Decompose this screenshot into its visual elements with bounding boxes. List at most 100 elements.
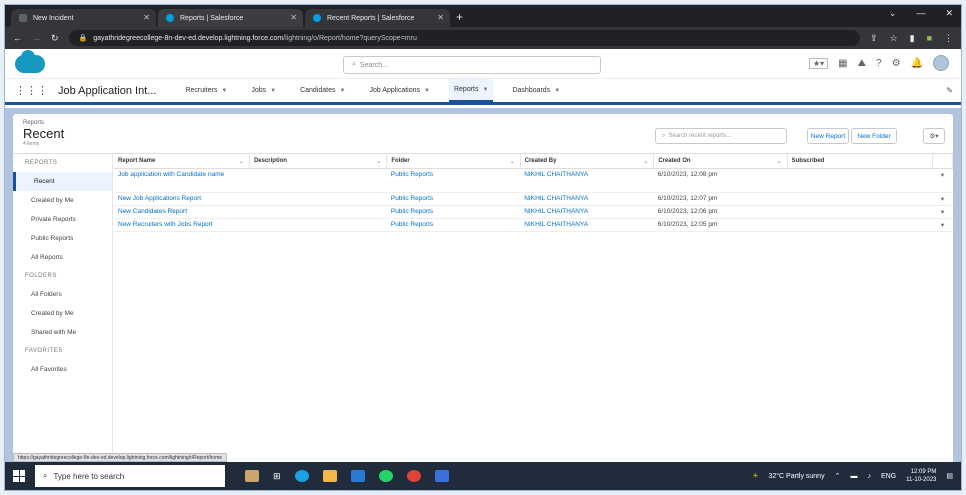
global-search-input[interactable]: ⌕ Search... — [343, 56, 601, 74]
new-tab-icon[interactable]: + — [456, 10, 463, 24]
menu-icon[interactable]: ⋮ — [944, 33, 953, 44]
trailhead-icon[interactable]: ⛰ — [858, 58, 866, 69]
sidebar-item-folders-created-by-me[interactable]: Created by Me — [13, 304, 112, 323]
sidebar-item-private-reports[interactable]: Private Reports — [13, 210, 112, 229]
sidepanel-icon[interactable]: ▮ — [910, 33, 915, 44]
chevron-down-icon[interactable]: ⌄ — [889, 8, 897, 19]
reload-icon[interactable]: ↻ — [51, 33, 59, 44]
nav-item-jobs[interactable]: Jobs ▼ — [246, 79, 281, 102]
close-tab-icon[interactable]: ✕ — [290, 13, 297, 22]
report-folder-link[interactable]: Public Reports — [386, 192, 521, 206]
bell-icon[interactable]: 🔔 — [911, 58, 923, 69]
row-actions-chevron-icon[interactable]: ▾ — [932, 218, 953, 232]
chevron-down-icon[interactable]: ⌄ — [510, 158, 515, 165]
created-by-link[interactable]: NIKHIL CHAITHANYA — [520, 168, 654, 193]
minimize-icon[interactable]: — — [916, 8, 925, 19]
close-tab-icon[interactable]: ✕ — [437, 13, 444, 22]
store-icon[interactable] — [350, 470, 365, 482]
photos-icon[interactable] — [434, 470, 449, 482]
created-by-link[interactable]: NIKHIL CHAITHANYA — [520, 205, 654, 219]
sidebar-item-all-folders[interactable]: All Folders — [13, 285, 112, 304]
sidebar-item-public-reports[interactable]: Public Reports — [13, 229, 112, 248]
chevron-down-icon[interactable]: ▼ — [270, 88, 276, 94]
report-name-link[interactable]: Job application with Candidate name — [114, 168, 250, 193]
report-name-link[interactable]: New Candidates Report — [114, 205, 250, 219]
column-header-folder[interactable]: Folder ⌄ — [386, 154, 521, 169]
column-header-created-by[interactable]: Created By ⌄ — [520, 154, 655, 169]
gear-icon[interactable]: ⚙ — [892, 58, 901, 69]
url-field[interactable]: 🔒 gayathridegreecollege-8n-dev-ed.develo… — [68, 30, 860, 46]
new-folder-button[interactable]: New Folder — [851, 128, 897, 144]
clock[interactable]: 12:09 PM 11-10-2023 — [906, 468, 936, 484]
report-name-link[interactable]: New Recruiters with Jobs Report — [114, 218, 250, 232]
edge-browser-icon[interactable] — [294, 470, 309, 482]
help-icon[interactable]: ? — [876, 58, 882, 69]
chevron-down-icon[interactable]: ⌄ — [239, 158, 244, 165]
global-actions-icon[interactable]: ▦ — [838, 58, 847, 69]
column-header-report-name[interactable]: Report Name ⌄ — [114, 154, 250, 169]
browser-tab-1[interactable]: New Incident ✕ — [11, 9, 156, 27]
nav-item-job-applications[interactable]: Job Applications ▼ — [364, 79, 435, 102]
close-tab-icon[interactable]: ✕ — [143, 13, 150, 22]
report-folder-link[interactable]: Public Reports — [386, 218, 521, 232]
column-header-description[interactable]: Description ⌄ — [249, 154, 388, 169]
row-actions-chevron-icon[interactable]: ▾ — [932, 205, 953, 219]
whatsapp-icon[interactable] — [378, 470, 393, 482]
weather-text[interactable]: 32°C Partly sunny — [768, 473, 824, 480]
settings-menu-button[interactable]: ⚙▾ — [923, 128, 945, 144]
search-placeholder: Search recent reports... — [668, 133, 732, 139]
chevron-down-icon[interactable]: ▼ — [221, 88, 227, 94]
salesforce-logo-icon[interactable] — [15, 49, 45, 73]
language-indicator[interactable]: ENG — [881, 473, 896, 480]
report-search-input[interactable]: ⌕ Search recent reports... — [655, 128, 787, 144]
nav-item-recruiters[interactable]: Recruiters ▼ — [180, 79, 232, 102]
star-icon[interactable]: ☆ — [890, 33, 898, 44]
task-view-icon[interactable]: ⊞ — [273, 471, 281, 482]
column-header-created-on[interactable]: Created On ⌄ — [653, 154, 788, 169]
avatar[interactable] — [933, 55, 949, 71]
created-by-link[interactable]: NIKHIL CHAITHANYA — [520, 218, 654, 232]
widget-image-icon[interactable] — [245, 470, 259, 482]
share-icon[interactable]: ⇪ — [870, 33, 878, 44]
close-window-icon[interactable]: ✕ — [945, 8, 953, 19]
profile-icon[interactable]: ■ — [927, 33, 932, 44]
browser-tab-3[interactable]: Recent Reports | Salesforce ✕ — [305, 9, 450, 27]
notifications-icon[interactable]: ▤ — [946, 472, 953, 480]
sidebar-item-created-by-me[interactable]: Created by Me — [13, 191, 112, 210]
sidebar-item-shared-with-me[interactable]: Shared with Me — [13, 323, 112, 342]
sidebar-item-all-favorites[interactable]: All Favorites — [13, 360, 112, 379]
volume-icon[interactable]: ♪ — [867, 473, 871, 480]
chevron-down-icon[interactable]: ▼ — [554, 88, 560, 94]
chevron-down-icon[interactable]: ⌄ — [376, 158, 381, 165]
chevron-down-icon[interactable]: ⌄ — [777, 158, 782, 165]
network-icon[interactable]: ▬ — [850, 473, 857, 480]
edit-nav-icon[interactable]: ✎ — [946, 86, 953, 95]
sidebar-item-all-reports[interactable]: All Reports — [13, 248, 112, 267]
chevron-down-icon[interactable]: ▼ — [483, 87, 489, 93]
chevron-down-icon[interactable]: ▼ — [339, 88, 345, 94]
back-icon[interactable]: ← — [13, 33, 22, 43]
browser-tab-2[interactable]: Reports | Salesforce ✕ — [158, 9, 303, 27]
nav-item-dashboards[interactable]: Dashboards ▼ — [507, 79, 565, 102]
row-actions-chevron-icon[interactable]: ▾ — [932, 192, 953, 206]
nav-item-candidates[interactable]: Candidates ▼ — [295, 79, 350, 102]
report-name-link[interactable]: New Job Applications Report — [114, 192, 250, 206]
taskbar-search-input[interactable]: ⌕ Type here to search — [35, 465, 225, 487]
report-folder-link[interactable]: Public Reports — [386, 168, 521, 193]
app-launcher-icon[interactable]: ⋮⋮⋮ — [15, 84, 48, 97]
row-actions-chevron-icon[interactable]: ▾ — [932, 168, 953, 193]
forward-icon[interactable]: → — [32, 33, 41, 43]
column-header-subscribed[interactable]: Subscribed — [787, 154, 934, 169]
file-explorer-icon[interactable] — [322, 470, 337, 482]
chevron-down-icon[interactable]: ⌄ — [643, 158, 648, 165]
created-by-link[interactable]: NIKHIL CHAITHANYA — [520, 192, 654, 206]
chrome-icon[interactable] — [406, 470, 421, 482]
windows-start-icon[interactable] — [13, 470, 25, 482]
chevron-down-icon[interactable]: ▼ — [424, 88, 430, 94]
nav-item-reports[interactable]: Reports ▼ — [448, 79, 494, 102]
report-folder-link[interactable]: Public Reports — [386, 205, 521, 219]
favorites-icon[interactable]: ★▾ — [808, 57, 829, 69]
sidebar-item-recent[interactable]: Recent — [13, 172, 112, 191]
new-report-button[interactable]: New Report — [807, 128, 849, 144]
chevron-up-icon[interactable]: ⌃ — [835, 472, 841, 480]
